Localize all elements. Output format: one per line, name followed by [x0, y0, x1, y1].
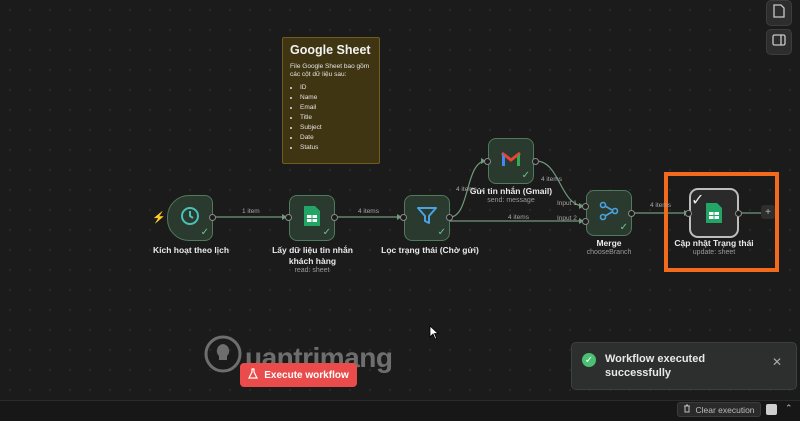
flask-icon [248, 368, 259, 382]
edge-item-count: 4 items [650, 202, 671, 209]
node-label: Merge [596, 238, 622, 248]
list-item: Subject [300, 123, 372, 133]
trigger-bolt-icon: ⚡ [152, 212, 166, 224]
clock-icon [180, 206, 200, 231]
merge-icon [599, 201, 619, 226]
close-icon[interactable]: ✕ [772, 355, 782, 369]
chevron-icon[interactable]: ⌃ [785, 403, 793, 414]
output-port[interactable] [735, 210, 742, 217]
sticky-title: Google Sheet [290, 43, 371, 57]
success-check-icon: ✓ [619, 222, 628, 233]
merge-node[interactable]: ✓ [586, 190, 632, 236]
list-item: ID [300, 83, 372, 93]
gmail-icon [501, 151, 521, 172]
clear-execution-label: Clear execution [695, 404, 755, 415]
filter-node[interactable]: ✓ [404, 195, 450, 241]
success-check-icon: ✓ [322, 227, 331, 238]
trash-icon [683, 404, 691, 415]
node-label: Lấy dữ liệu tin nhắn khách hàng [272, 245, 353, 266]
input-port[interactable] [400, 214, 407, 221]
output-port[interactable] [331, 214, 338, 221]
side-panel-button[interactable] [766, 29, 792, 55]
notes-button[interactable] [766, 0, 792, 26]
input-port-1[interactable] [582, 203, 589, 210]
mouse-cursor-icon [429, 325, 440, 345]
output-port[interactable] [209, 214, 216, 221]
merge-input-label: Input 1 [557, 200, 577, 207]
node-sublabel: chooseBranch [586, 249, 632, 256]
sticky-note[interactable]: Google Sheet File Google Sheet bao gồm c… [282, 37, 380, 164]
input-port[interactable] [285, 214, 292, 221]
list-item: Name [300, 93, 372, 103]
sticky-description: File Google Sheet bao gồm các cột dữ liệ… [290, 63, 370, 78]
node-label: Gửi tin nhắn (Gmail) [469, 186, 553, 196]
panel-icon [772, 33, 786, 51]
edge-item-count: 4 items [508, 214, 529, 221]
list-item: Email [300, 103, 372, 113]
edge-item-count: 4 items [456, 186, 477, 193]
panel-toggle-icon[interactable] [766, 404, 777, 415]
success-check-icon: ✓ [200, 227, 209, 238]
output-port[interactable] [446, 214, 453, 221]
execute-label: Execute workflow [264, 369, 349, 381]
output-port[interactable] [532, 158, 539, 165]
edge-item-count: 1 item [242, 208, 260, 215]
update-sheet-node[interactable]: ✓ [689, 188, 739, 238]
success-toast: ✓ Workflow executed successfully ✕ [571, 342, 797, 390]
google-sheets-icon [706, 203, 722, 228]
edge-item-count: 4 items [358, 208, 379, 215]
success-check-icon: ✓ [521, 170, 530, 181]
input-port[interactable] [484, 158, 491, 165]
node-sublabel: read: sheet [294, 267, 330, 274]
add-node-button[interactable]: + [761, 205, 775, 219]
document-icon [773, 3, 785, 23]
input-port-2[interactable] [582, 218, 589, 225]
merge-input-label: Input 2 [557, 215, 577, 222]
edge-item-count: 4 items [541, 176, 562, 183]
sticky-column-list: ID Name Email Title Subject Date Status [290, 83, 372, 153]
google-sheets-icon [304, 205, 320, 231]
node-sublabel: update: sheet [692, 249, 736, 256]
success-check-icon: ✓ [437, 227, 446, 238]
schedule-trigger-node[interactable]: ✓ [167, 195, 213, 241]
list-item: Date [300, 133, 372, 143]
node-sublabel: send: message [487, 197, 535, 204]
clear-execution-button[interactable]: Clear execution [677, 402, 761, 417]
node-label: Kích hoạt theo lịch [152, 245, 230, 255]
execute-workflow-button[interactable]: Execute workflow [240, 363, 357, 387]
read-sheet-node[interactable]: ✓ [289, 195, 335, 241]
list-item: Title [300, 113, 372, 123]
node-label: Lọc trạng thái (Chờ gửi) [381, 245, 479, 255]
output-port[interactable] [628, 210, 635, 217]
gmail-node[interactable]: ✓ [488, 138, 534, 184]
input-port[interactable] [685, 210, 692, 217]
success-check-icon: ✓ [691, 192, 705, 209]
node-label: Cập nhật Trạng thái [674, 238, 754, 248]
filter-icon [417, 206, 437, 230]
list-item: Status [300, 143, 372, 153]
check-circle-icon: ✓ [582, 353, 596, 367]
toast-message: Workflow executed successfully [605, 353, 706, 379]
